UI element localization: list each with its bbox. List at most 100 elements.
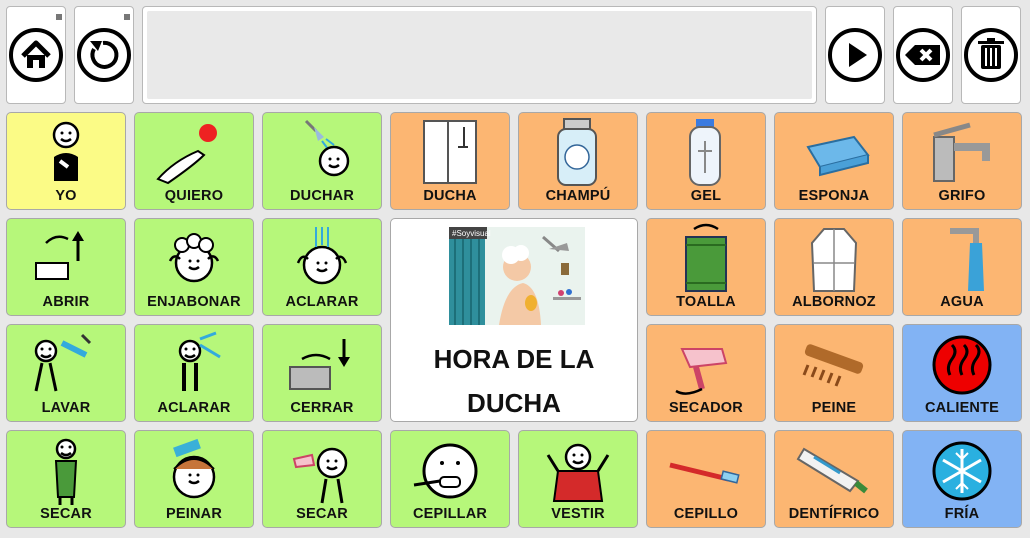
faucet-icon [903,117,1021,187]
close-tap-icon [263,329,381,399]
symbol-label: VESTIR [551,506,605,522]
symbol-label: AGUA [940,294,984,310]
symbol-label: ESPONJA [798,188,870,204]
comb-icon [775,329,893,399]
symbol-cell[interactable]: CEPILLO [646,430,766,528]
dry-hair-icon [263,435,381,505]
trash-icon [964,28,1018,82]
symbol-cell[interactable]: GEL [646,112,766,210]
symbol-label: PEINE [811,400,857,416]
corner-marker [56,14,62,20]
symbol-cell[interactable]: QUIERO [134,112,254,210]
symbol-cell[interactable]: DUCHA [390,112,510,210]
symbol-label: LAVAR [41,400,91,416]
shower-person-icon [263,117,381,187]
refresh-button[interactable] [74,6,134,104]
dry-body-icon [7,435,125,505]
symbol-label: DUCHA [423,188,477,204]
symbol-cell[interactable]: AGUA [902,218,1022,316]
symbol-cell[interactable]: ENJABONAR [134,218,254,316]
symbol-cell[interactable]: TOALLA [646,218,766,316]
corner-marker [124,14,130,20]
symbol-cell[interactable]: PEINE [774,324,894,422]
symbol-label: FRÍA [944,506,980,522]
symbol-cell[interactable]: DENTÍFRICO [774,430,894,528]
symbol-cell[interactable]: PEINAR [134,430,254,528]
symbol-label: ABRIR [42,294,90,310]
symbol-label: CALIENTE [924,400,1000,416]
shower-cabin-icon [391,117,509,187]
symbol-cell[interactable]: CERRAR [262,324,382,422]
hairdryer-icon [647,329,765,399]
shampoo-bottle-icon [519,117,637,187]
me-icon [7,117,125,187]
symbol-label: SECADOR [669,400,743,416]
towel-icon [647,223,765,293]
home-button[interactable] [6,6,66,104]
comb-hair-icon [135,435,253,505]
backspace-icon [896,28,950,82]
open-tap-icon [7,223,125,293]
symbol-cell[interactable]: CALIENTE [902,324,1022,422]
shower-scene-image: #Soyvisual [449,227,585,325]
speak-button[interactable] [825,6,885,104]
symbol-label: DENTÍFRICO [788,506,880,522]
symbol-label: SECAR [40,506,92,522]
message-bar[interactable] [142,6,817,104]
symbol-label: TOALLA [676,294,736,310]
rinse-body-icon [135,329,253,399]
lather-icon [135,223,253,293]
soyvisual-badge: #Soyvisual [452,229,491,238]
backspace-button[interactable] [893,6,953,104]
symbol-label: CHAMPÚ [545,188,611,204]
toothbrush-icon [647,435,765,505]
featured-title: HORA DE LA DUCHA [433,344,595,418]
symbol-cell[interactable]: VESTIR [518,430,638,528]
bathrobe-icon [775,223,893,293]
symbol-label: ENJABONAR [147,294,241,310]
water-icon [903,223,1021,293]
play-icon [828,28,882,82]
symbol-label: ALBORNOZ [792,294,876,310]
home-icon [9,28,63,82]
symbol-label: SECAR [296,506,348,522]
wash-icon [7,329,125,399]
toothpaste-icon [775,435,893,505]
symbol-cell[interactable]: DUCHAR [262,112,382,210]
want-icon [135,117,253,187]
symbol-cell[interactable]: SECADOR [646,324,766,422]
symbol-cell[interactable]: ACLARAR [134,324,254,422]
symbol-cell[interactable]: FRÍA [902,430,1022,528]
symbol-cell[interactable]: ESPONJA [774,112,894,210]
symbol-label: QUIERO [164,188,224,204]
symbol-label: GEL [690,188,722,204]
symbol-cell[interactable]: YO [6,112,126,210]
symbol-cell[interactable]: ACLARAR [262,218,382,316]
symbol-label: PEINAR [166,506,222,522]
dress-icon [519,435,637,505]
brush-teeth-icon [391,435,509,505]
symbol-cell[interactable]: ALBORNOZ [774,218,894,316]
symbol-label: CEPILLAR [412,506,488,522]
cold-icon [903,435,1021,505]
symbol-label: CERRAR [290,400,354,416]
hot-icon [903,329,1021,399]
symbol-label: ACLARAR [285,294,359,310]
symbol-label: DUCHAR [289,188,355,204]
symbol-label: YO [55,188,77,204]
symbol-cell[interactable]: ABRIR [6,218,126,316]
symbol-cell[interactable]: LAVAR [6,324,126,422]
symbol-cell[interactable]: CHAMPÚ [518,112,638,210]
symbol-cell[interactable]: SECAR [262,430,382,528]
symbol-cell[interactable]: CEPILLAR [390,430,510,528]
symbol-cell[interactable]: GRIFO [902,112,1022,210]
clear-button[interactable] [961,6,1021,104]
refresh-icon [77,28,131,82]
symbol-cell[interactable]: SECAR [6,430,126,528]
gel-bottle-icon [647,117,765,187]
rinse-head-icon [263,223,381,293]
sponge-icon [775,117,893,187]
symbol-label: GRIFO [938,188,986,204]
symbol-label: ACLARAR [157,400,231,416]
featured-tile[interactable]: #Soyvisual HORA DE LA DUCHA [390,218,638,422]
